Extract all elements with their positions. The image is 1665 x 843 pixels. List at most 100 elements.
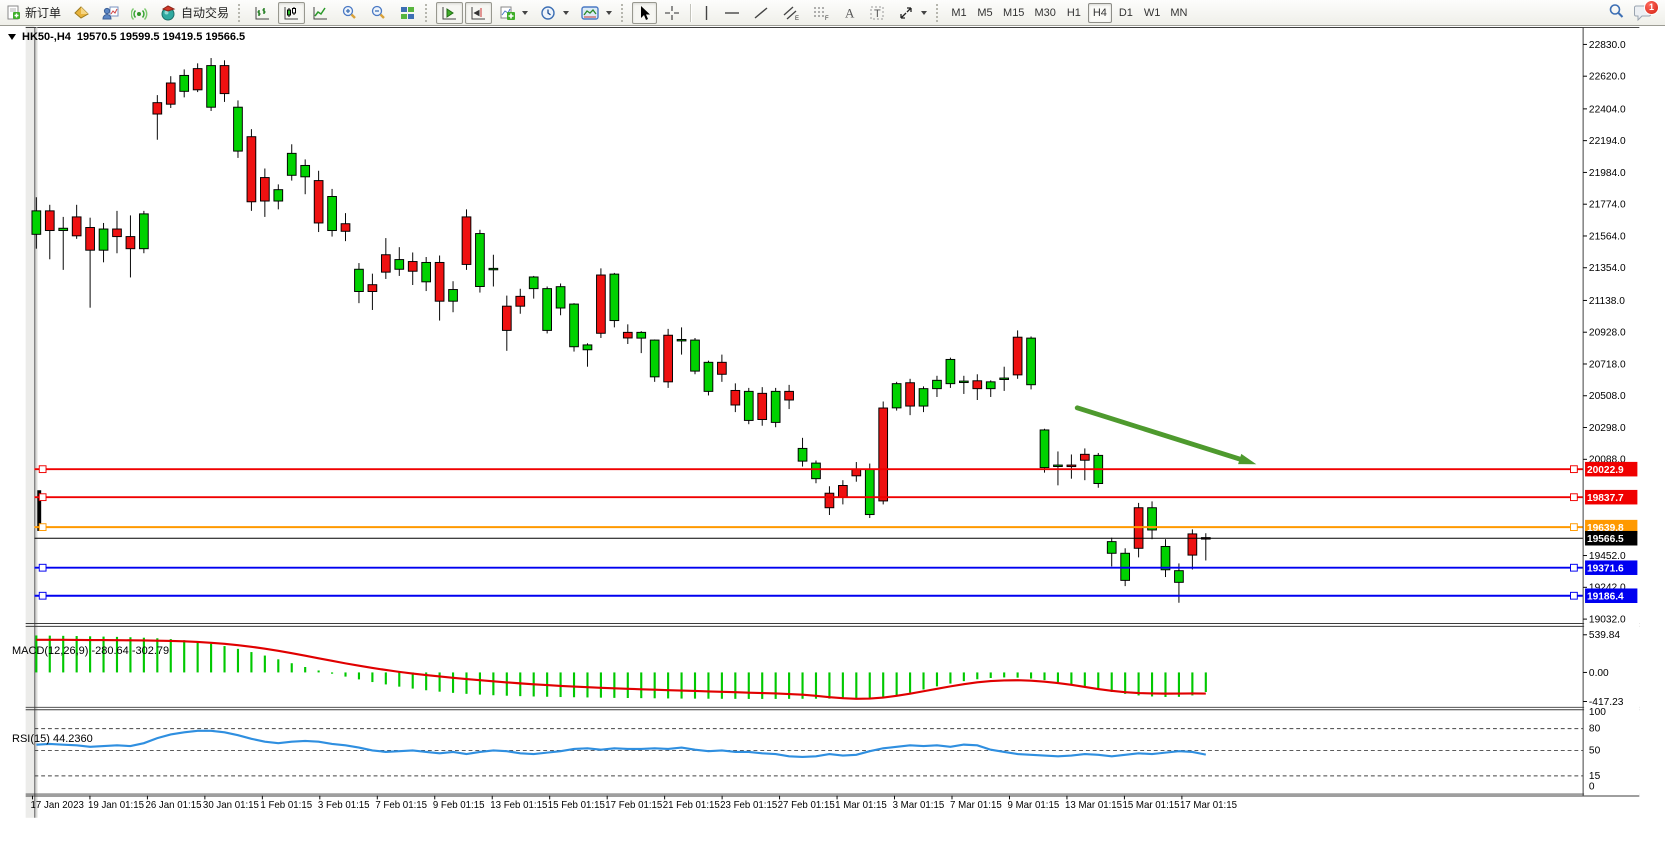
candle-bull [543, 289, 552, 331]
candle-bear [72, 217, 81, 236]
price-axis-tick-label: 21564.0 [1589, 231, 1626, 242]
horizontal-line-icon [724, 5, 741, 21]
arrows-dropdown-caret[interactable] [921, 11, 927, 15]
label-tool-button[interactable]: T [864, 2, 891, 24]
timeframe-h1[interactable]: H1 [1062, 3, 1086, 23]
candle-bull [1161, 546, 1170, 569]
timeframe-m1[interactable]: M1 [947, 3, 971, 23]
candle-bull [328, 196, 337, 230]
market-depth-button[interactable] [68, 2, 95, 24]
zoom-out-icon [370, 5, 387, 21]
line-handle[interactable] [1571, 524, 1578, 531]
equidistant-channel-tool-button[interactable]: E [777, 2, 805, 24]
rsi-axis-label: 80 [1589, 724, 1601, 735]
horizontal-line-tool-button[interactable] [719, 2, 746, 24]
vertical-line-icon [701, 5, 712, 21]
arrows-icon [898, 5, 915, 21]
timeframe-m15[interactable]: M15 [999, 3, 1028, 23]
cursor-tool-button[interactable] [632, 2, 657, 24]
trendline-tool-button[interactable] [748, 2, 775, 24]
timeframe-w1[interactable]: W1 [1140, 3, 1165, 23]
line-handle[interactable] [1571, 592, 1578, 599]
candle-bull [892, 384, 901, 408]
candle-bull [1054, 465, 1063, 466]
templates-dropdown-caret[interactable] [606, 11, 612, 15]
line-handle[interactable] [39, 524, 46, 531]
auto-scroll-button[interactable] [436, 2, 463, 24]
price-axis-tick-label: 20508.0 [1589, 391, 1626, 402]
candle-bull [691, 340, 700, 371]
tile-windows-button[interactable] [394, 2, 421, 24]
notification-badge: 1 [1644, 0, 1659, 15]
periods-button[interactable] [535, 2, 574, 24]
line-handle[interactable] [1571, 466, 1578, 473]
line-handle[interactable] [39, 564, 46, 571]
line-handle[interactable] [39, 466, 46, 473]
zoom-in-button[interactable] [336, 2, 363, 24]
candle-bear [718, 362, 727, 374]
line-handle[interactable] [39, 592, 46, 599]
date-axis-label: 1 Mar 01:15 [835, 800, 887, 811]
autotrading-icon [160, 5, 177, 21]
collapse-triangle-icon[interactable] [8, 34, 16, 40]
price-line-label: 19566.5 [1587, 534, 1624, 545]
periods-dropdown-caret[interactable] [563, 11, 569, 15]
toolbar-grip[interactable] [621, 4, 628, 22]
macd-axis-label: 539.84 [1589, 630, 1620, 641]
crosshair-icon [664, 5, 681, 21]
signals-button[interactable] [126, 2, 153, 24]
candle-bear [758, 393, 767, 419]
toolbar-grip[interactable] [238, 4, 245, 22]
price-axis-tick-label: 22194.0 [1589, 136, 1626, 147]
timeframe-m5[interactable]: M5 [973, 3, 997, 23]
candle-bear [1080, 454, 1089, 460]
accounts-button[interactable] [97, 2, 124, 24]
indicators-button[interactable] [494, 2, 533, 24]
timeframe-d1[interactable]: D1 [1114, 3, 1138, 23]
timeframe-h4[interactable]: H4 [1088, 3, 1112, 23]
line-chart-button[interactable] [307, 2, 334, 24]
vertical-line-tool-button[interactable] [696, 2, 717, 24]
candle-bear [731, 390, 740, 405]
candlestick-chart-button[interactable] [278, 2, 305, 24]
chart-shift-button[interactable] [465, 2, 492, 24]
candle-bull [1000, 378, 1009, 379]
candle-bull [919, 389, 928, 406]
autotrading-button[interactable]: 自动交易 [155, 2, 234, 24]
crosshair-tool-button[interactable] [659, 2, 686, 24]
arrows-tool-button[interactable] [893, 2, 932, 24]
price-axis-tick-label: 22620.0 [1589, 72, 1626, 83]
indicators-dropdown-caret[interactable] [522, 11, 528, 15]
rsi-axis-label: 50 [1589, 745, 1601, 756]
toolbar-grip[interactable] [936, 4, 943, 22]
candle-bull [744, 391, 753, 420]
line-handle[interactable] [1571, 494, 1578, 501]
chart-window[interactable]: 22830.022620.022404.022194.021984.021774… [0, 26, 1665, 843]
notifications-button[interactable]: 1 [1633, 3, 1655, 23]
text-tool-button[interactable]: A [837, 2, 862, 24]
toolbar-grip[interactable] [425, 4, 432, 22]
timeframe-m30[interactable]: M30 [1030, 3, 1059, 23]
price-axis-tick-label: 19032.0 [1589, 614, 1626, 625]
candle-bull [865, 469, 874, 515]
candle-bear [785, 391, 794, 400]
new-order-button[interactable]: 新订单 [1, 2, 66, 24]
price-chart[interactable]: 22830.022620.022404.022194.021984.021774… [0, 26, 1665, 843]
svg-text:E: E [795, 16, 799, 21]
candle-bear [220, 66, 229, 94]
templates-button[interactable] [576, 2, 617, 24]
candle-bull [556, 287, 565, 308]
fibonacci-tool-button[interactable]: F [807, 2, 835, 24]
timeframe-mn[interactable]: MN [1166, 3, 1191, 23]
clock-icon [540, 5, 557, 21]
zoom-out-button[interactable] [365, 2, 392, 24]
line-handle[interactable] [39, 494, 46, 501]
add-indicator-icon [499, 5, 516, 21]
price-axis-tick-label: 20928.0 [1589, 328, 1626, 339]
bar-chart-button[interactable] [249, 2, 276, 24]
new-order-icon [6, 5, 21, 20]
channel-icon: E [782, 5, 800, 21]
line-handle[interactable] [1571, 564, 1578, 571]
search-icon[interactable] [1607, 2, 1625, 23]
price-axis-tick-label: 20718.0 [1589, 359, 1626, 370]
